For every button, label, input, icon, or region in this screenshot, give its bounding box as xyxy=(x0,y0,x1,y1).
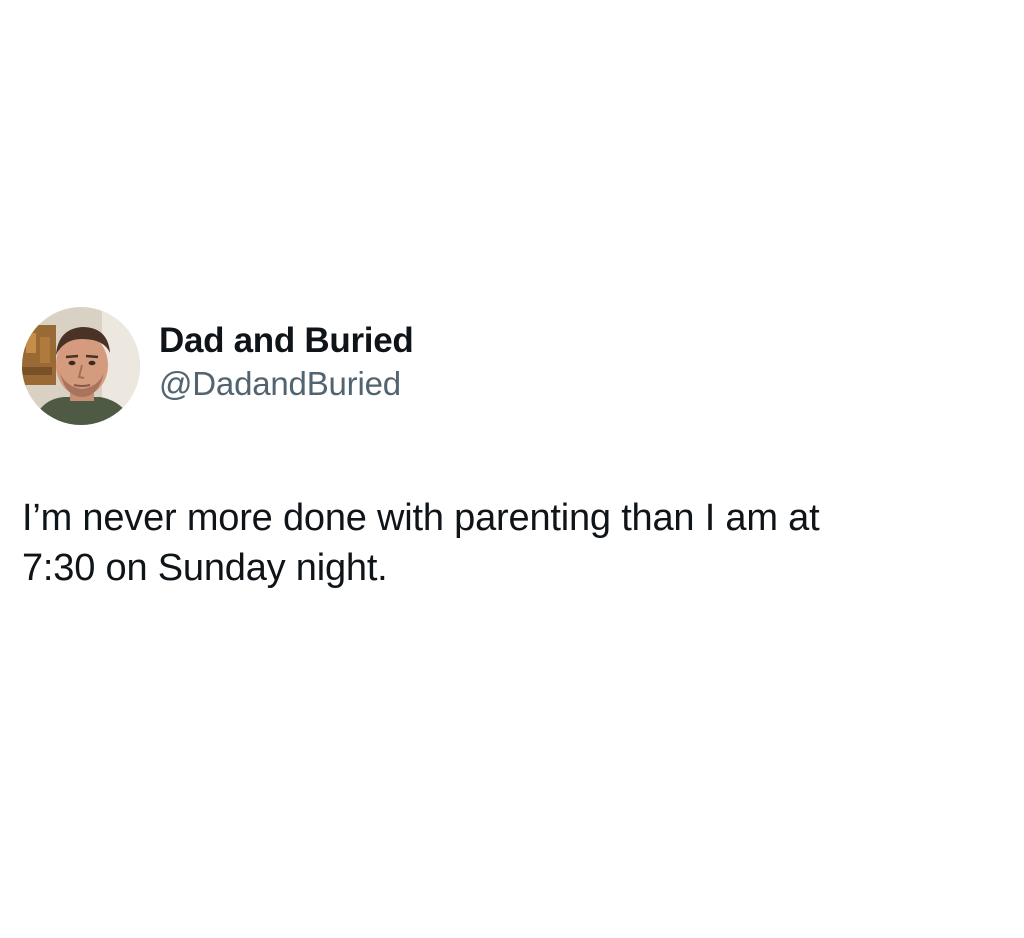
author-names: Dad and Buried @DadandBuried xyxy=(159,319,414,405)
author-handle[interactable]: @DadandBuried xyxy=(159,363,413,405)
profile-photo-icon xyxy=(22,307,140,425)
tweet-card: Dad and Buried @DadandBuried I’m never m… xyxy=(22,306,1002,593)
tweet-text-line: I’m never more done with parenting than … xyxy=(22,497,820,539)
author-display-name[interactable]: Dad and Buried xyxy=(159,319,414,363)
tweet-header: Dad and Buried @DadandBuried xyxy=(22,306,1002,426)
avatar[interactable] xyxy=(22,307,140,425)
tweet-text-line: 7:30 on Sunday night. xyxy=(22,547,388,589)
tweet-text: I’m never more done with parenting than … xyxy=(22,493,1002,593)
